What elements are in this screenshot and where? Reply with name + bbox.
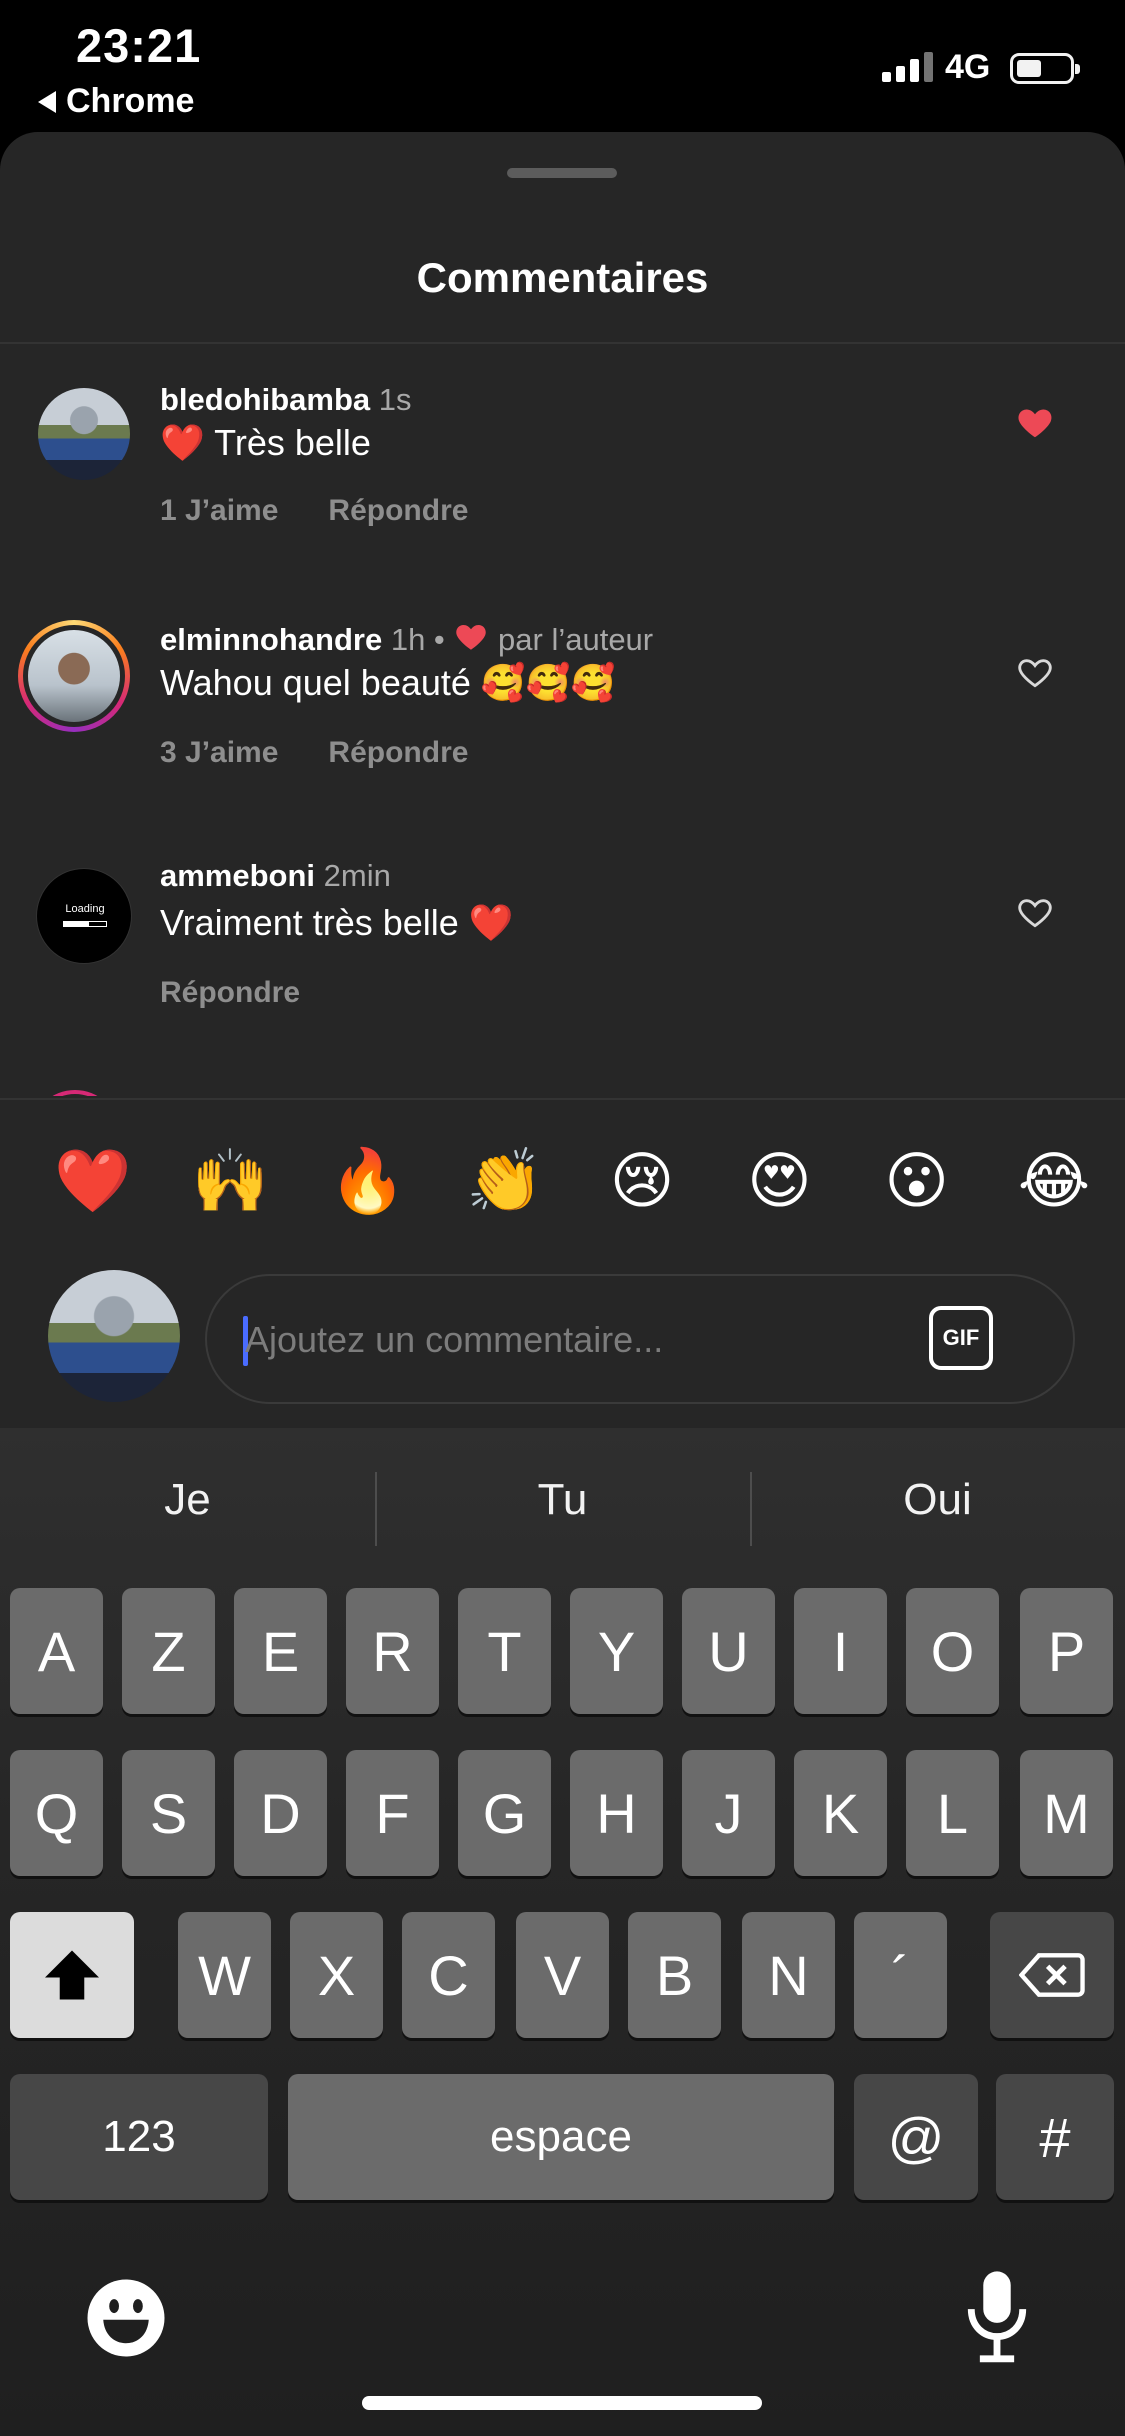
hash-key[interactable]: # (996, 2074, 1114, 2200)
emoji-quick-bar: ❤️ 🙌 🔥 👏 😢 😍 😮 😂 (0, 1146, 1125, 1218)
key-n[interactable]: N (742, 1912, 835, 2038)
key-a[interactable]: A (10, 1588, 103, 1714)
key-r[interactable]: R (346, 1588, 439, 1714)
reply-button[interactable]: Répondre (328, 494, 468, 528)
key-k[interactable]: K (794, 1750, 887, 1876)
emoji-raised-hands-button[interactable]: 🙌 (187, 1146, 273, 1218)
emoji-laugh-button[interactable]: 😂 (1011, 1146, 1097, 1218)
avatar[interactable]: Loading (36, 868, 132, 964)
avatar-loading-text: Loading (65, 903, 105, 915)
emoji-surprised-button[interactable]: 😮 (874, 1146, 960, 1218)
divider (0, 1098, 1125, 1100)
key-v[interactable]: V (516, 1912, 609, 2038)
author-liked-label: par l’auteur (498, 622, 654, 657)
reply-button[interactable]: Répondre (160, 976, 300, 1010)
key-z[interactable]: Z (122, 1588, 215, 1714)
key-y[interactable]: Y (570, 1588, 663, 1714)
key-t[interactable]: T (458, 1588, 551, 1714)
signal-icon (882, 52, 933, 82)
sheet-title: Commentaires (416, 254, 709, 301)
key-o[interactable]: O (906, 1588, 999, 1714)
space-key[interactable]: espace (288, 2074, 834, 2200)
heart-outline-icon[interactable] (1016, 894, 1054, 932)
comment-actions: Répondre (160, 976, 300, 1010)
key-w[interactable]: W (178, 1912, 271, 2038)
microphone-icon[interactable] (962, 2268, 1032, 2364)
my-avatar (48, 1270, 180, 1402)
comment-username[interactable]: elminnohandre 1h • par l’auteur (160, 620, 653, 658)
predictive-bar: Je Tu Oui (0, 1452, 1125, 1552)
divider (0, 342, 1125, 344)
status-time: 23:21 (76, 19, 202, 72)
comment-text: Wahou quel beauté 🥰🥰🥰 (160, 662, 616, 703)
shift-icon (45, 1950, 99, 2000)
likes-count[interactable]: 1 J’aime (160, 494, 278, 528)
heart-filled-icon[interactable] (1016, 404, 1054, 442)
key-i[interactable]: I (794, 1588, 887, 1714)
shift-key[interactable] (10, 1912, 134, 2038)
username-text: elminnohandre (160, 622, 383, 657)
emoji-heart-eyes-button[interactable]: 😍 (736, 1146, 822, 1218)
key-e[interactable]: E (234, 1588, 327, 1714)
back-to-app-button[interactable]: Chrome (38, 82, 194, 121)
comment-username[interactable]: ammeboni 2min (160, 858, 391, 894)
key-q[interactable]: Q (10, 1750, 103, 1876)
avatar-progress (63, 921, 107, 927)
comment-actions: 3 J’aime Répondre (160, 736, 468, 770)
avatar[interactable] (38, 388, 130, 480)
key-s[interactable]: S (122, 1750, 215, 1876)
likes-count[interactable]: 3 J’aime (160, 736, 278, 770)
gif-button[interactable]: GIF (929, 1306, 993, 1370)
reply-button[interactable]: Répondre (328, 736, 468, 770)
author-heart-icon (456, 624, 487, 650)
heart-outline-icon[interactable] (1016, 654, 1054, 692)
comment-time: 2min (323, 858, 391, 893)
comment-composer: GIF (0, 1270, 1125, 1416)
comment-username[interactable]: bledohibamba 1s (160, 382, 412, 418)
sheet-grabber[interactable] (507, 168, 617, 178)
comments-sheet: Commentaires bledohibamba 1s ❤️ Très bel… (0, 132, 1125, 1432)
comment-text: Vraiment très belle ❤️ (160, 902, 514, 943)
backspace-icon (1019, 1953, 1085, 1997)
key-j[interactable]: J (682, 1750, 775, 1876)
key-f[interactable]: F (346, 1750, 439, 1876)
emoji-fire-button[interactable]: 🔥 (325, 1146, 411, 1218)
back-app-label: Chrome (66, 82, 195, 120)
emoji-heart-button[interactable]: ❤️ (50, 1146, 136, 1218)
key-d[interactable]: D (234, 1750, 327, 1876)
emoji-cry-button[interactable]: 😢 (599, 1146, 685, 1218)
comment-input[interactable] (245, 1304, 905, 1376)
back-arrow-icon (38, 90, 56, 113)
comment-text: ❤️ Très belle (160, 422, 371, 463)
comment-input-container[interactable]: GIF (205, 1274, 1075, 1404)
key-u[interactable]: U (682, 1588, 775, 1714)
backspace-key[interactable] (990, 1912, 1114, 2038)
at-key[interactable]: @ (854, 2074, 978, 2200)
suggestion-1[interactable]: Je (0, 1452, 375, 1552)
comment-actions: 1 J’aime Répondre (160, 494, 468, 528)
battery-icon (1010, 53, 1080, 84)
suggestion-3[interactable]: Oui (750, 1452, 1125, 1552)
key-x[interactable]: X (290, 1912, 383, 2038)
status-bar: 23:21 Chrome 4G (0, 0, 1125, 135)
comment-time: 1h • (390, 622, 445, 657)
suggestion-2[interactable]: Tu (375, 1452, 750, 1552)
key-b[interactable]: B (628, 1912, 721, 2038)
key-m[interactable]: M (1020, 1750, 1113, 1876)
avatar[interactable] (18, 620, 130, 732)
comment-time: 1s (378, 382, 412, 417)
emoji-icon[interactable] (84, 2276, 168, 2360)
key-p[interactable]: P (1020, 1588, 1113, 1714)
emoji-clap-button[interactable]: 👏 (462, 1146, 548, 1218)
username-text: ammeboni (160, 858, 316, 893)
username-text: bledohibamba (160, 382, 371, 417)
numbers-key[interactable]: 123 (10, 2074, 268, 2200)
network-type: 4G (945, 48, 991, 86)
key-g[interactable]: G (458, 1750, 551, 1876)
key-acute[interactable]: ´ (854, 1912, 947, 2038)
key-h[interactable]: H (570, 1750, 663, 1876)
key-c[interactable]: C (402, 1912, 495, 2038)
key-l[interactable]: L (906, 1750, 999, 1876)
home-indicator[interactable] (362, 2396, 762, 2410)
